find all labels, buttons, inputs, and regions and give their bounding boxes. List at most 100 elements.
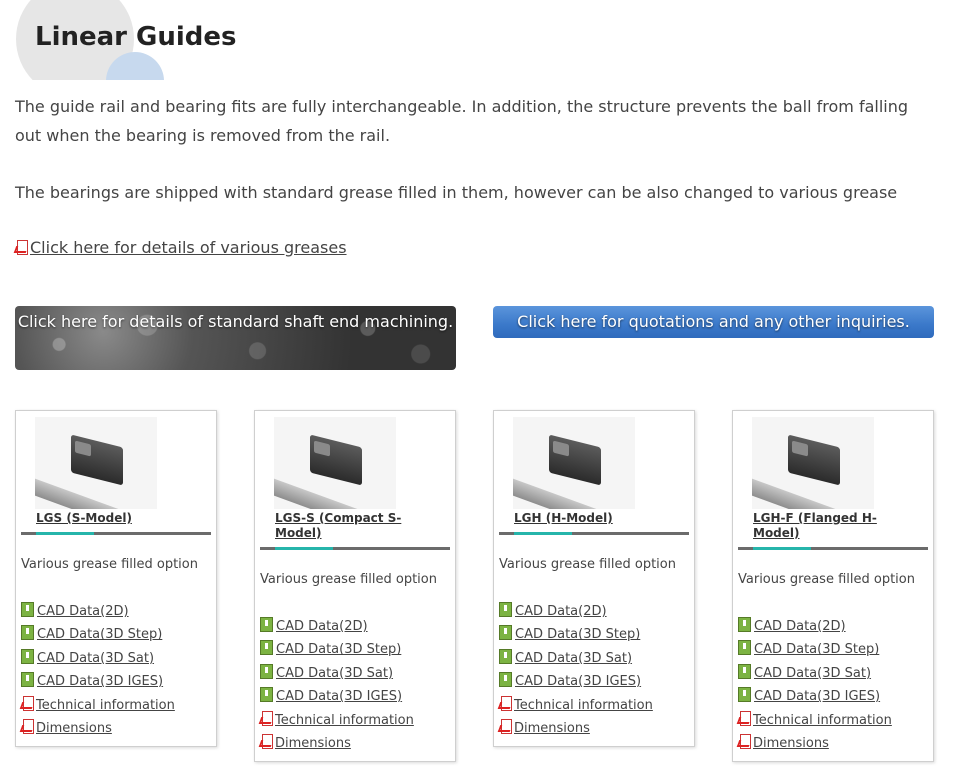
list-item: Technical information <box>738 710 892 734</box>
list-item: Dimensions <box>738 733 892 757</box>
pdf-icon <box>15 240 28 255</box>
cad-3d-sat-link[interactable]: CAD Data(3D Sat) <box>37 651 154 666</box>
product-card-lgs-s: LGS-S (Compact S-Model) Various grease f… <box>254 410 456 762</box>
list-item: CAD Data(2D) <box>499 602 653 625</box>
list-item: CAD Data(3D Step) <box>499 625 653 648</box>
technical-info-link[interactable]: Technical information <box>514 698 653 713</box>
technical-info-link[interactable]: Technical information <box>36 698 175 713</box>
technical-info-link[interactable]: Technical information <box>753 713 892 728</box>
cad-file-icon <box>499 648 512 664</box>
dimensions-link[interactable]: Dimensions <box>514 721 590 736</box>
list-item: Dimensions <box>499 718 653 742</box>
cad-2d-link[interactable]: CAD Data(2D) <box>754 619 846 634</box>
list-item: CAD Data(2D) <box>260 617 414 640</box>
product-description: Various grease filled option <box>499 557 676 572</box>
product-image[interactable] <box>274 417 396 509</box>
pdf-icon <box>21 718 34 734</box>
list-item: CAD Data(3D Step) <box>260 640 414 663</box>
cad-3d-step-link[interactable]: CAD Data(3D Step) <box>515 627 640 642</box>
list-item: CAD Data(2D) <box>738 617 892 640</box>
intro-paragraph-interchangeable: The guide rail and bearing fits are full… <box>15 97 909 145</box>
product-image[interactable] <box>513 417 635 509</box>
cad-file-icon <box>260 663 273 679</box>
cad-3d-iges-link[interactable]: CAD Data(3D IGES) <box>37 674 163 689</box>
cad-file-icon <box>21 625 34 641</box>
title-divider <box>21 532 211 535</box>
cad-file-icon <box>499 625 512 641</box>
product-description: Various grease filled option <box>21 557 198 572</box>
title-decoration: Linear Guides <box>16 0 316 80</box>
cad-file-icon <box>738 640 751 656</box>
product-card-lgh: LGH (H-Model) Various grease filled opti… <box>493 410 695 747</box>
list-item: CAD Data(3D Sat) <box>738 663 892 687</box>
grease-details-link-label: Click here for details of various grease… <box>30 238 347 257</box>
list-item: CAD Data(3D IGES) <box>499 672 653 695</box>
technical-info-link[interactable]: Technical information <box>275 713 414 728</box>
cad-3d-iges-link[interactable]: CAD Data(3D IGES) <box>276 689 402 704</box>
product-title-link[interactable]: LGS (S-Model) <box>36 511 201 526</box>
cad-3d-step-link[interactable]: CAD Data(3D Step) <box>37 627 162 642</box>
download-list: CAD Data(2D) CAD Data(3D Step) CAD Data(… <box>260 617 414 757</box>
cad-file-icon <box>21 648 34 664</box>
download-list: CAD Data(2D) CAD Data(3D Step) CAD Data(… <box>738 617 892 757</box>
pdf-icon <box>260 733 273 749</box>
pdf-icon <box>21 695 34 711</box>
pdf-icon <box>499 695 512 711</box>
pdf-icon <box>499 718 512 734</box>
list-item: CAD Data(3D IGES) <box>738 687 892 710</box>
list-item: CAD Data(3D Step) <box>21 625 175 648</box>
product-image[interactable] <box>35 417 157 509</box>
cad-3d-sat-link[interactable]: CAD Data(3D Sat) <box>276 666 393 681</box>
page-title: Linear Guides <box>35 22 237 52</box>
cad-file-icon <box>499 602 512 617</box>
product-image[interactable] <box>752 417 874 509</box>
intro-paragraph-grease: The bearings are shipped with standard g… <box>15 183 898 202</box>
product-title-link[interactable]: LGH-F (Flanged H-Model) <box>753 511 918 541</box>
cad-3d-iges-link[interactable]: CAD Data(3D IGES) <box>515 674 641 689</box>
title-divider <box>260 547 450 550</box>
cad-file-icon <box>21 602 34 617</box>
list-item: CAD Data(3D Step) <box>738 640 892 663</box>
list-item: Dimensions <box>260 733 414 757</box>
list-item: CAD Data(3D Sat) <box>260 663 414 687</box>
download-list: CAD Data(2D) CAD Data(3D Step) CAD Data(… <box>21 602 175 742</box>
cad-2d-link[interactable]: CAD Data(2D) <box>515 604 607 619</box>
cad-3d-iges-link[interactable]: CAD Data(3D IGES) <box>754 689 880 704</box>
cad-file-icon <box>260 640 273 656</box>
product-title-link[interactable]: LGS-S (Compact S-Model) <box>275 511 440 541</box>
title-divider <box>499 532 689 535</box>
cad-3d-sat-link[interactable]: CAD Data(3D Sat) <box>754 666 871 681</box>
cad-file-icon <box>499 672 512 688</box>
product-title-link[interactable]: LGH (H-Model) <box>514 511 679 526</box>
list-item: CAD Data(3D Sat) <box>499 648 653 672</box>
quotation-inquiry-button[interactable]: Click here for quotations and any other … <box>493 306 934 338</box>
pdf-icon <box>738 710 751 726</box>
cad-2d-link[interactable]: CAD Data(2D) <box>276 619 368 634</box>
pdf-icon <box>738 733 751 749</box>
cad-3d-step-link[interactable]: CAD Data(3D Step) <box>754 642 879 657</box>
dimensions-link[interactable]: Dimensions <box>753 736 829 751</box>
dimensions-link[interactable]: Dimensions <box>275 736 351 751</box>
list-item: CAD Data(3D Sat) <box>21 648 175 672</box>
list-item: Dimensions <box>21 718 175 742</box>
pdf-icon <box>260 710 273 726</box>
cad-2d-link[interactable]: CAD Data(2D) <box>37 604 129 619</box>
grease-details-link[interactable]: Click here for details of various grease… <box>15 238 347 257</box>
cad-file-icon <box>738 617 751 632</box>
cad-file-icon <box>260 687 273 703</box>
cad-3d-step-link[interactable]: CAD Data(3D Step) <box>276 642 401 657</box>
cad-file-icon <box>738 663 751 679</box>
shaft-end-machining-button[interactable]: Click here for details of standard shaft… <box>15 306 456 370</box>
download-list: CAD Data(2D) CAD Data(3D Step) CAD Data(… <box>499 602 653 742</box>
list-item: Technical information <box>499 695 653 719</box>
list-item: CAD Data(2D) <box>21 602 175 625</box>
dimensions-link[interactable]: Dimensions <box>36 721 112 736</box>
product-description: Various grease filled option <box>738 572 915 587</box>
product-description: Various grease filled option <box>260 572 437 587</box>
product-card-lgh-f: LGH-F (Flanged H-Model) Various grease f… <box>732 410 934 762</box>
title-divider <box>738 547 928 550</box>
list-item: CAD Data(3D IGES) <box>260 687 414 710</box>
cad-3d-sat-link[interactable]: CAD Data(3D Sat) <box>515 651 632 666</box>
cad-file-icon <box>738 687 751 703</box>
product-card-lgs: LGS (S-Model) Various grease filled opti… <box>15 410 217 747</box>
